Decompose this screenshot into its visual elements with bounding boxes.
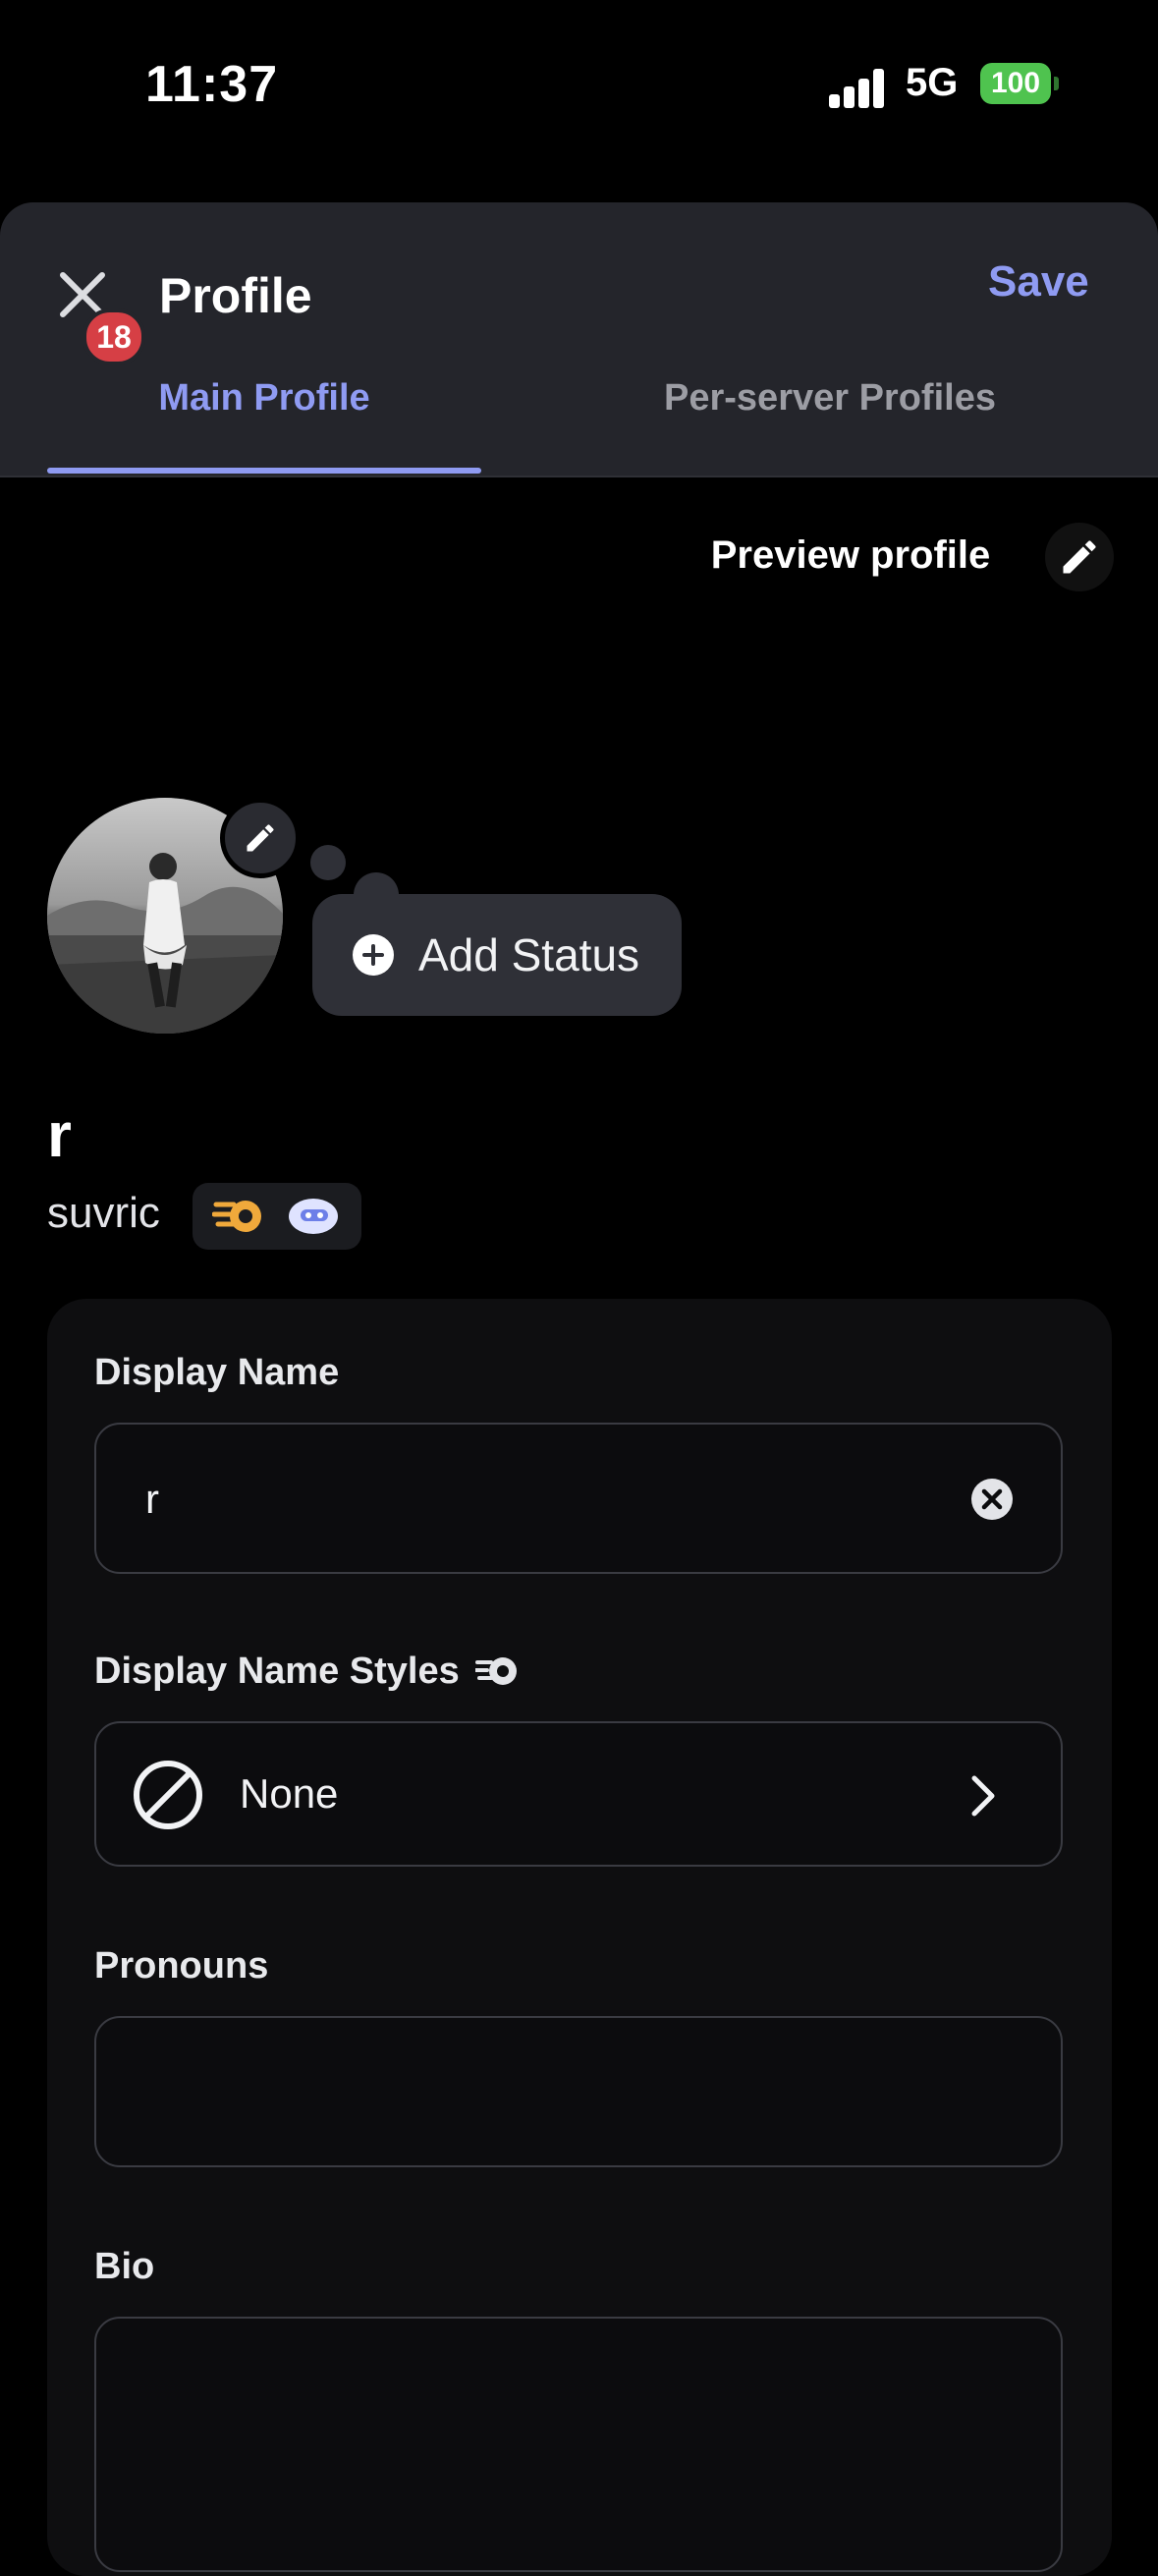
- display-name-styles-label: Display Name Styles: [94, 1651, 460, 1692]
- nitro-badge-icon: [212, 1201, 261, 1232]
- username: suvric: [47, 1189, 160, 1237]
- page-title: Profile: [159, 268, 312, 323]
- tab-per-server-profiles[interactable]: Per-server Profiles: [609, 377, 1051, 420]
- pencil-icon: [247, 824, 274, 852]
- battery-icon: 100: [980, 63, 1059, 104]
- display-name-styles-select[interactable]: None: [94, 1721, 1063, 1867]
- chevron-right-icon: [961, 1772, 1004, 1820]
- status-time: 11:37: [145, 56, 279, 113]
- clear-input-button[interactable]: [970, 1478, 1014, 1521]
- edit-banner-button[interactable]: [1045, 523, 1114, 591]
- quest-badge-icon: [289, 1199, 338, 1234]
- pencil-icon: [1063, 540, 1096, 574]
- display-name-value: r: [145, 1476, 159, 1522]
- tab-main-profile[interactable]: Main Profile: [47, 377, 481, 420]
- display-name-style-value: None: [240, 1770, 339, 1817]
- network-type: 5G: [906, 61, 959, 104]
- header-divider: [0, 476, 1158, 477]
- cellular-signal-icon: [829, 65, 888, 108]
- bio-label: Bio: [94, 2246, 155, 2287]
- header-sheet: [0, 202, 1158, 477]
- save-button[interactable]: Save: [988, 257, 1089, 307]
- clear-icon: [971, 1479, 1013, 1520]
- add-status-button[interactable]: Add Status: [312, 894, 682, 1016]
- profile-badges[interactable]: [193, 1183, 361, 1250]
- display-name-field[interactable]: r: [94, 1423, 1063, 1574]
- nitro-icon: [473, 1652, 521, 1692]
- plus-circle-icon: [353, 934, 394, 976]
- preview-profile-button[interactable]: Preview profile: [684, 521, 1018, 589]
- battery-level: 100: [980, 63, 1051, 104]
- add-status-label: Add Status: [418, 929, 640, 980]
- edit-avatar-button[interactable]: [220, 798, 301, 878]
- notification-badge: 18: [83, 308, 145, 365]
- active-tab-indicator: [47, 468, 481, 474]
- pronouns-label: Pronouns: [94, 1945, 269, 1987]
- thought-bubble-dot: [310, 845, 346, 880]
- display-name-heading: r: [47, 1099, 72, 1170]
- bio-textarea[interactable]: [94, 2317, 1063, 2572]
- pronouns-input[interactable]: [94, 2016, 1063, 2167]
- none-icon: [132, 1759, 204, 1831]
- display-name-label: Display Name: [94, 1352, 340, 1393]
